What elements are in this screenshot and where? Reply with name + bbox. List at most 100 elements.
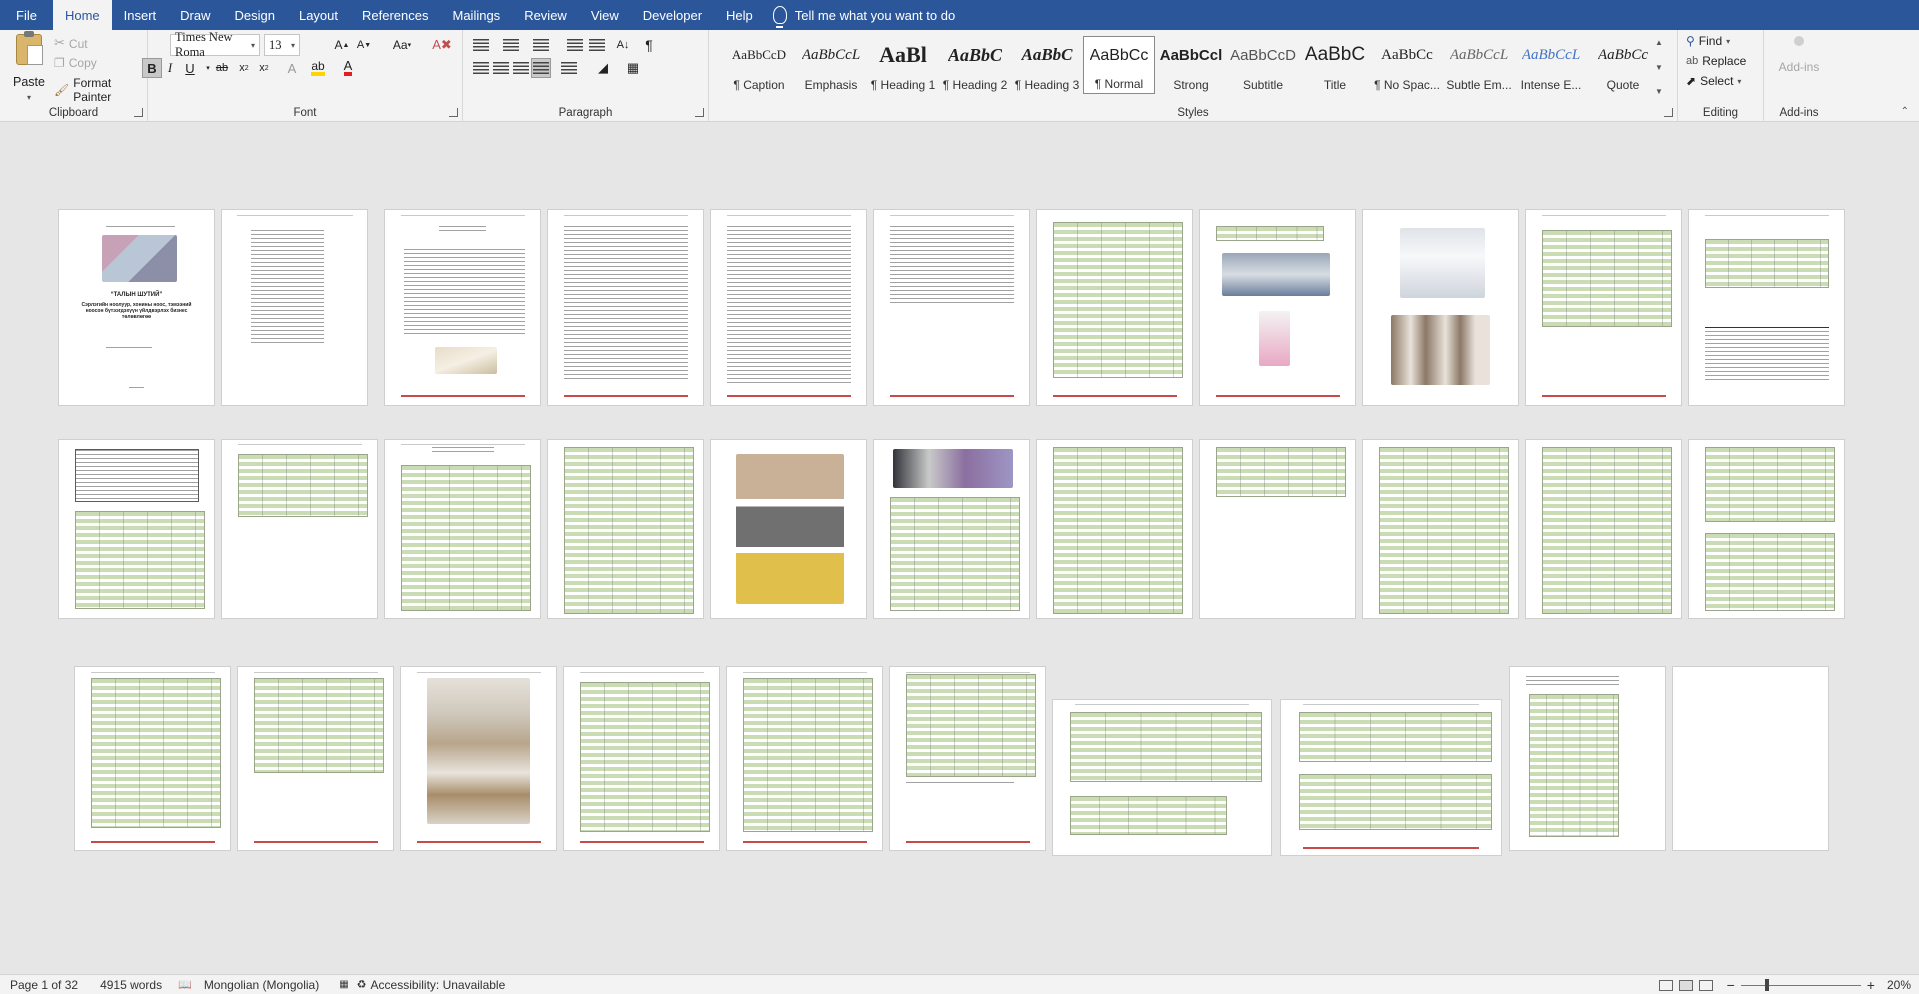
numbering-icon[interactable] — [501, 35, 521, 55]
style-strong[interactable]: AaBbCcl Strong — [1155, 36, 1227, 94]
chevron-down-icon[interactable]: ▼ — [1655, 63, 1669, 72]
style-intense-emphasis[interactable]: AaBbCcL Intense E... — [1515, 36, 1587, 94]
document-page[interactable] — [711, 210, 866, 405]
superscript-icon[interactable]: x2 — [254, 58, 274, 78]
document-page[interactable] — [222, 210, 367, 405]
zoom-level[interactable]: 20% — [1887, 978, 1911, 992]
word-count[interactable]: 4915 words — [100, 978, 162, 992]
tab-review[interactable]: Review — [512, 0, 579, 30]
style-subtitle[interactable]: AaBbCcD Subtitle — [1227, 36, 1299, 94]
document-page[interactable] — [385, 210, 540, 405]
document-page[interactable] — [1689, 440, 1844, 618]
document-page[interactable] — [59, 440, 214, 618]
document-page[interactable] — [1363, 210, 1518, 405]
subscript-icon[interactable]: x2 — [234, 58, 254, 78]
style-heading-2[interactable]: AaBbC ¶ Heading 2 — [939, 36, 1011, 94]
underline-icon[interactable]: U — [180, 58, 200, 78]
font-color-icon[interactable]: A — [338, 58, 358, 78]
tab-draw[interactable]: Draw — [168, 0, 222, 30]
shading-icon[interactable]: ◢ — [593, 58, 613, 78]
document-page[interactable] — [548, 440, 703, 618]
style-no-spacing[interactable]: AaBbCc ¶ No Spac... — [1371, 36, 1443, 94]
document-page[interactable] — [548, 210, 703, 405]
tab-insert[interactable]: Insert — [112, 0, 169, 30]
document-page[interactable] — [874, 210, 1029, 405]
print-layout-icon[interactable] — [1678, 979, 1693, 991]
document-page[interactable] — [222, 440, 377, 618]
grow-font-icon[interactable]: A ▲ — [332, 35, 352, 55]
document-page[interactable] — [874, 440, 1029, 618]
align-left-icon[interactable] — [471, 58, 491, 78]
proofing-icon[interactable]: 📖 — [178, 978, 192, 991]
shrink-font-icon[interactable]: A ▼ — [354, 35, 374, 55]
style-heading-1[interactable]: AaBl ¶ Heading 1 — [867, 36, 939, 94]
format-painter-button[interactable]: 🖌 Format Painter — [54, 76, 147, 104]
tab-file[interactable]: File — [0, 0, 53, 30]
style-emphasis[interactable]: AaBbCcL Emphasis — [795, 36, 867, 94]
more-styles-icon[interactable]: ▼ — [1655, 87, 1669, 96]
tab-design[interactable]: Design — [223, 0, 287, 30]
font-launcher-icon[interactable] — [449, 108, 458, 117]
accessibility-status[interactable]: ♻ Accessibility: Unavailable — [357, 978, 506, 992]
styles-launcher-icon[interactable] — [1664, 108, 1673, 117]
document-page[interactable] — [75, 667, 230, 850]
tab-mailings[interactable]: Mailings — [441, 0, 513, 30]
read-mode-icon[interactable] — [1658, 979, 1673, 991]
change-case-icon[interactable]: Aa ▾ — [388, 35, 416, 55]
page-counter[interactable]: Page 1 of 32 — [10, 978, 78, 992]
zoom-in-icon[interactable]: + — [1867, 977, 1875, 993]
addins-button[interactable]: Add-ins — [1774, 36, 1824, 74]
collapse-ribbon-icon[interactable]: ⌃ — [1901, 106, 1909, 117]
style-normal[interactable]: AaBbCc ¶ Normal — [1083, 36, 1155, 94]
zoom-slider-thumb[interactable] — [1764, 978, 1769, 991]
clear-formatting-icon[interactable]: A✖ — [432, 35, 452, 55]
decrease-indent-icon[interactable] — [565, 35, 585, 55]
zoom-slider[interactable] — [1740, 978, 1861, 991]
increase-indent-icon[interactable] — [587, 35, 607, 55]
paragraph-launcher-icon[interactable] — [695, 108, 704, 117]
sort-icon[interactable]: A↓ — [613, 35, 633, 55]
document-page[interactable]: “ТАЛЫН ШУТИЙ” Сэрлэгийн ноолуур, хонины … — [59, 210, 214, 405]
paste-button[interactable]: Paste ▾ — [8, 31, 50, 102]
chevron-up-icon[interactable]: ▲ — [1655, 38, 1669, 47]
align-right-icon[interactable] — [511, 58, 531, 78]
document-page[interactable] — [1510, 667, 1665, 850]
document-page[interactable] — [1200, 440, 1355, 618]
language-status[interactable]: Mongolian (Mongolia) — [204, 978, 319, 992]
multilevel-list-icon[interactable] — [531, 35, 551, 55]
borders-icon[interactable]: ▦ — [623, 58, 643, 78]
replace-button[interactable]: ab Replace — [1686, 54, 1746, 68]
document-area[interactable]: “ТАЛЫН ШУТИЙ” Сэрлэгийн ноолуур, хонины … — [0, 122, 1919, 974]
document-page[interactable] — [727, 667, 882, 850]
italic-icon[interactable]: I — [160, 58, 180, 78]
bold-icon[interactable]: B — [142, 58, 162, 78]
tab-view[interactable]: View — [579, 0, 631, 30]
document-page[interactable] — [1526, 210, 1681, 405]
copy-button[interactable]: ❐ Copy — [54, 56, 97, 70]
zoom-out-icon[interactable]: − — [1727, 977, 1735, 993]
document-page[interactable] — [1053, 700, 1271, 855]
macro-icon[interactable]: ▦ — [339, 979, 348, 990]
style-subtle-emphasis[interactable]: AaBbCcL Subtle Em... — [1443, 36, 1515, 94]
document-page[interactable] — [564, 667, 719, 850]
document-page[interactable] — [1526, 440, 1681, 618]
document-page[interactable] — [1689, 210, 1844, 405]
align-center-icon[interactable] — [491, 58, 511, 78]
bullets-icon[interactable] — [471, 35, 491, 55]
style-heading-3[interactable]: AaBbC ¶ Heading 3 — [1011, 36, 1083, 94]
document-page[interactable] — [711, 440, 866, 618]
document-page[interactable] — [238, 667, 393, 850]
document-page[interactable] — [1037, 210, 1192, 405]
tab-home[interactable]: Home — [52, 0, 112, 30]
clipboard-launcher-icon[interactable] — [134, 108, 143, 117]
document-page[interactable] — [401, 667, 556, 850]
select-button[interactable]: ⬈ Select ▾ — [1686, 74, 1741, 88]
style-caption[interactable]: AaBbCcD ¶ Caption — [723, 36, 795, 94]
document-page[interactable] — [385, 440, 540, 618]
highlight-icon[interactable]: ab — [308, 58, 328, 78]
tab-layout[interactable]: Layout — [287, 0, 350, 30]
tab-developer[interactable]: Developer — [631, 0, 714, 30]
font-size-combo[interactable]: 13 ▾ — [264, 34, 300, 56]
style-quote[interactable]: AaBbCc Quote — [1587, 36, 1659, 94]
web-layout-icon[interactable] — [1698, 979, 1713, 991]
